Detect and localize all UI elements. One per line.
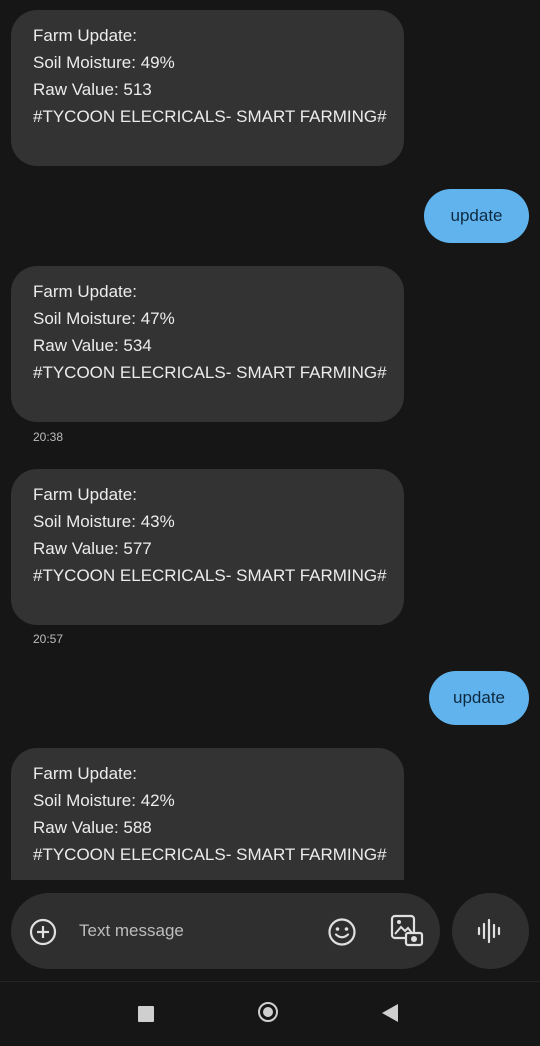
voice-waveform-icon <box>477 918 501 944</box>
message-line: Raw Value: 577 <box>33 539 152 558</box>
message-input[interactable] <box>77 920 301 942</box>
emoji-icon[interactable] <box>327 917 357 947</box>
message-line: Soil Moisture: 47% <box>33 309 175 328</box>
message-line: Farm Update: <box>33 485 137 504</box>
voice-button[interactable] <box>452 893 529 969</box>
recents-square-icon[interactable] <box>138 1006 154 1022</box>
compose-bar <box>11 893 440 969</box>
message-line: Raw Value: 588 <box>33 818 152 837</box>
message-line: Soil Moisture: 43% <box>33 512 175 531</box>
home-circle-icon[interactable] <box>258 1002 278 1022</box>
outgoing-message[interactable]: update <box>429 671 529 725</box>
navbar-divider <box>0 981 540 982</box>
message-line: Raw Value: 534 <box>33 336 152 355</box>
message-line: Soil Moisture: 49% <box>33 53 175 72</box>
message-line: #TYCOON ELECRICALS- SMART FARMING# <box>33 363 387 382</box>
message-line: Raw Value: 513 <box>33 80 152 99</box>
message-line: Farm Update: <box>33 764 137 783</box>
message-line: Soil Moisture: 42% <box>33 791 175 810</box>
message-line: #TYCOON ELECRICALS- SMART FARMING# <box>33 566 387 585</box>
message-timestamp: 20:38 <box>33 430 64 444</box>
plus-circle-icon[interactable] <box>29 918 57 946</box>
message-line: Farm Update: <box>33 282 137 301</box>
message-timestamp: 20:57 <box>33 632 64 646</box>
incoming-message[interactable]: Farm Update: Soil Moisture: 43% Raw Valu… <box>11 469 404 625</box>
gallery-icon[interactable] <box>389 913 425 949</box>
back-triangle-icon[interactable] <box>382 1004 398 1022</box>
message-line: Farm Update: <box>33 26 137 45</box>
incoming-message[interactable]: Farm Update: Soil Moisture: 49% Raw Valu… <box>11 10 404 166</box>
message-line: #TYCOON ELECRICALS- SMART FARMING# <box>33 845 387 864</box>
outgoing-message[interactable]: update <box>424 189 529 243</box>
incoming-message[interactable]: Farm Update: Soil Moisture: 42% Raw Valu… <box>11 748 404 880</box>
message-thread[interactable]: Farm Update: Soil Moisture: 49% Raw Valu… <box>0 0 540 880</box>
incoming-message[interactable]: Farm Update: Soil Moisture: 47% Raw Valu… <box>11 266 404 422</box>
message-line: #TYCOON ELECRICALS- SMART FARMING# <box>33 107 387 126</box>
